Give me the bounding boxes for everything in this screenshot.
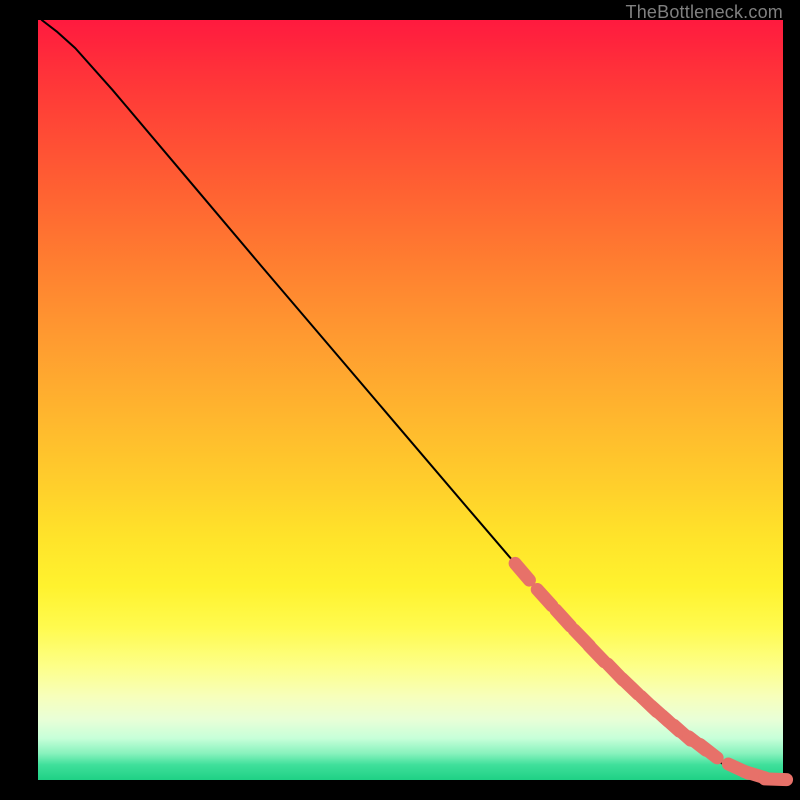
attribution-text: TheBottleneck.com <box>626 2 783 23</box>
chart-overlay <box>38 20 783 780</box>
curve-marker <box>537 589 552 605</box>
curve-marker <box>700 744 717 758</box>
curve-marker <box>765 779 787 780</box>
curve-marker <box>589 646 604 662</box>
curve-marker <box>556 610 571 626</box>
curve-marker <box>622 679 638 694</box>
curve-marker <box>515 563 529 580</box>
curve-line <box>42 20 783 780</box>
chart-frame: TheBottleneck.com <box>0 0 800 800</box>
